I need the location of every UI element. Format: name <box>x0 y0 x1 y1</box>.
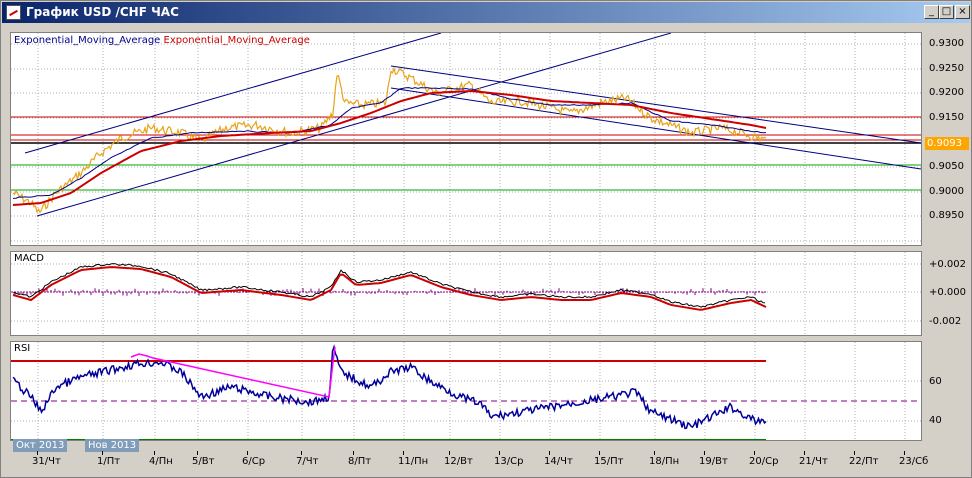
close-button[interactable]: × <box>955 5 970 19</box>
y-tick: 0.9050 <box>929 161 964 172</box>
rsi-chart-svg <box>11 342 921 440</box>
x-tick: 23/Сб <box>899 456 929 467</box>
rsi-overbought-segment <box>130 346 336 398</box>
macd-signal-series <box>12 266 767 311</box>
x-tick-mark <box>301 451 302 455</box>
macd-y-tick: -0.002 <box>929 316 962 327</box>
title-bar[interactable]: График USD /CHF ЧАС _ □ × <box>2 2 970 23</box>
x-tick-mark <box>704 451 705 455</box>
x-tick-mark <box>154 451 155 455</box>
price-chart-panel[interactable]: Exponential_Moving_Average Exponential_M… <box>10 32 922 246</box>
current-price-badge: 0.9093 <box>925 137 969 150</box>
minimize-button[interactable]: _ <box>924 5 939 19</box>
x-tick: 22/Пт <box>849 456 879 467</box>
y-tick: 0.9300 <box>929 38 964 49</box>
y-tick: 0.9250 <box>929 63 964 74</box>
x-tick: 12/Вт <box>444 456 473 467</box>
x-tick-mark <box>754 451 755 455</box>
x-tick: 6/Ср <box>242 456 266 467</box>
x-tick-mark <box>197 451 198 455</box>
x-tick-mark <box>37 451 38 455</box>
x-tick: 8/Пт <box>348 456 372 467</box>
x-tick-mark <box>854 451 855 455</box>
x-tick-mark <box>904 451 905 455</box>
x-tick-mark <box>247 451 248 455</box>
x-tick: 4/Пн <box>149 456 173 467</box>
macd-panel[interactable]: MACD <box>10 251 922 336</box>
x-tick: 20/Ср <box>749 456 779 467</box>
x-tick: 7/Чт <box>296 456 319 467</box>
x-tick-mark <box>449 451 450 455</box>
rsi-label: RSI <box>14 343 31 354</box>
price-grid <box>11 33 921 245</box>
x-tick: 15/Пт <box>594 456 624 467</box>
x-tick: 5/Вт <box>192 456 215 467</box>
chart-icon <box>6 5 21 20</box>
x-tick: 13/Ср <box>494 456 524 467</box>
macd-line-series <box>12 263 766 308</box>
macd-y-tick: +0.000 <box>929 287 967 298</box>
ema-slow-series <box>12 90 767 206</box>
rsi-series <box>12 344 767 430</box>
x-tick-mark <box>549 451 550 455</box>
x-tick: 21/Чт <box>799 456 828 467</box>
x-tick-mark <box>499 451 500 455</box>
x-tick: 1/Пт <box>97 456 121 467</box>
x-tick: 11/Пн <box>398 456 429 467</box>
legend-ema-slow: Exponential_Moving_Average <box>163 35 310 46</box>
chart-window: График USD /CHF ЧАС _ □ × Exponential_Mo… <box>0 0 972 478</box>
rsi-y-tick: 40 <box>929 415 942 426</box>
legend-ema-fast: Exponential_Moving_Average <box>14 35 161 46</box>
maximize-button[interactable]: □ <box>939 5 954 19</box>
y-tick: 0.9150 <box>929 112 964 123</box>
y-tick: 0.8950 <box>929 210 964 221</box>
x-tick-mark <box>102 451 103 455</box>
x-tick-mark <box>403 451 404 455</box>
month-label-nov: Нов 2013 <box>85 439 140 452</box>
rsi-y-tick: 60 <box>929 376 942 387</box>
y-tick: 0.9000 <box>929 186 964 197</box>
x-tick-mark <box>353 451 354 455</box>
macd-chart-svg <box>11 252 921 335</box>
y-tick: 0.9200 <box>929 87 964 98</box>
x-tick-mark <box>654 451 655 455</box>
macd-label: MACD <box>14 253 44 264</box>
month-label-oct: Окт 2013 <box>13 439 68 452</box>
down-channel-lower <box>390 87 921 170</box>
x-tick-mark <box>804 451 805 455</box>
x-tick: 19/Вт <box>699 456 728 467</box>
rsi-panel[interactable]: RSI <box>10 341 922 441</box>
indicator-legend: Exponential_Moving_Average Exponential_M… <box>14 35 310 46</box>
x-tick: 31/Чт <box>32 456 61 467</box>
x-tick: 18/Пн <box>649 456 680 467</box>
x-tick: 14/Чт <box>544 456 573 467</box>
down-channel-upper <box>390 65 921 144</box>
price-chart-svg <box>11 33 921 245</box>
macd-y-tick: +0.002 <box>929 259 967 270</box>
window-title: График USD /CHF ЧАС <box>26 5 179 19</box>
x-tick-mark <box>599 451 600 455</box>
